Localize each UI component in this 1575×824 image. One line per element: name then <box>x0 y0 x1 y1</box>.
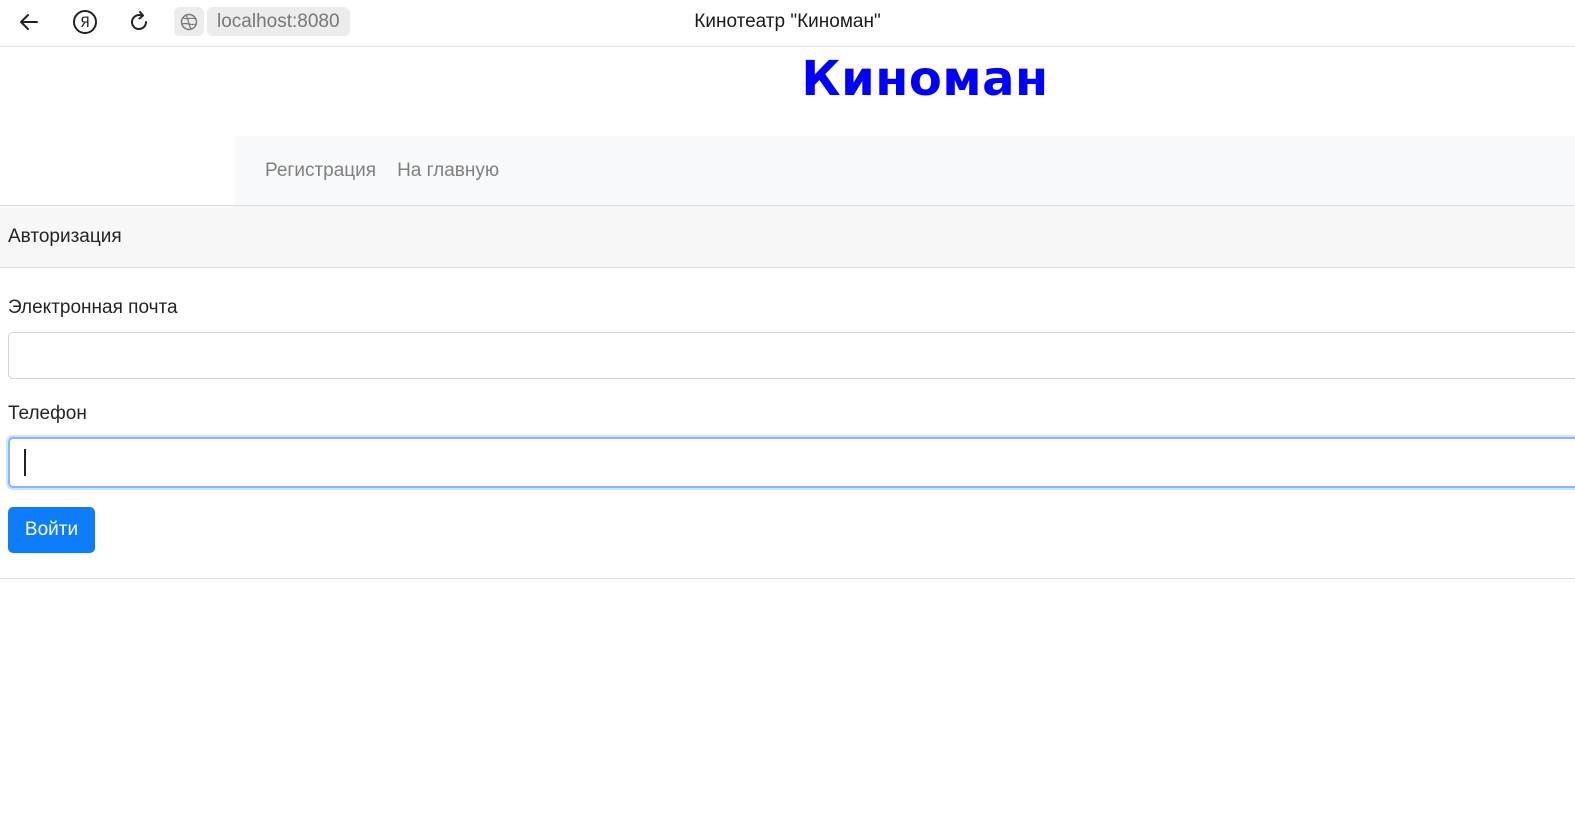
reload-button[interactable] <box>122 6 156 38</box>
back-arrow-icon <box>20 14 38 30</box>
login-card-header: Авторизация <box>0 205 1575 268</box>
address-bar[interactable]: localhost:8080 <box>207 7 350 36</box>
globe-icon <box>180 13 198 30</box>
nav-link-register[interactable]: Регистрация <box>265 160 376 182</box>
yandex-button[interactable]: Я <box>68 6 102 38</box>
yandex-logo-icon: Я <box>73 10 97 34</box>
phone-field[interactable] <box>8 437 1575 488</box>
back-button[interactable] <box>12 6 46 38</box>
navbar: Регистрация На главную <box>235 136 1575 205</box>
nav-link-home[interactable]: На главную <box>397 160 499 182</box>
email-label: Электронная почта <box>8 297 178 318</box>
site-info-button[interactable] <box>174 7 204 36</box>
text-caret <box>24 449 26 476</box>
site-logo: Киноман <box>801 51 1049 107</box>
email-field[interactable] <box>8 332 1575 379</box>
phone-label: Телефон <box>8 403 87 424</box>
browser-toolbar: Я localhost:8080 Кинотеатр "Киноман" <box>0 0 1575 47</box>
reload-icon <box>131 11 148 31</box>
login-button[interactable]: Войти <box>8 507 95 553</box>
svg-text:Я: Я <box>80 15 90 31</box>
card-divider <box>0 578 1575 579</box>
